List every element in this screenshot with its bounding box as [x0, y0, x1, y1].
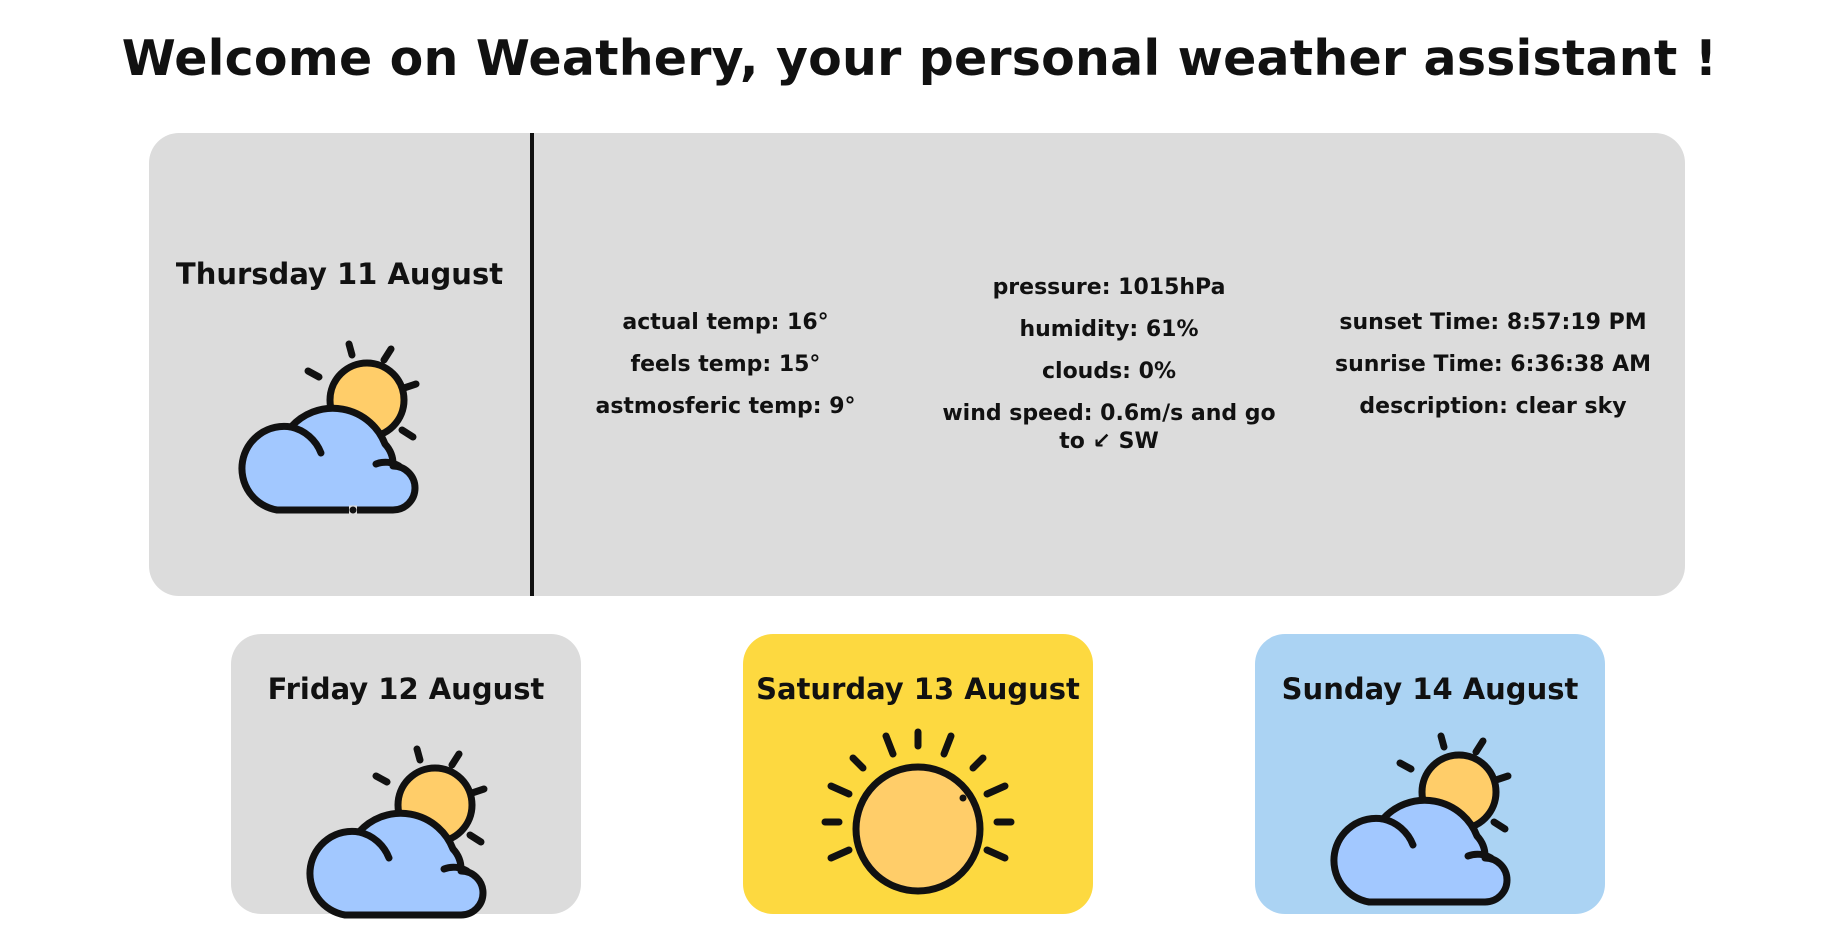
forecast-date: Sunday 14 August	[1281, 672, 1579, 706]
today-details: actual temp: 16° feels temp: 15° astmosf…	[534, 133, 1685, 596]
wind-speed: wind speed: 0.6m/s and go to ↙ SW	[942, 400, 1276, 454]
pressure: pressure: 1015hPa	[992, 274, 1226, 300]
page-title: Welcome on Weathery, your personal weath…	[121, 30, 1718, 87]
temperature-column: actual temp: 16° feels temp: 15° astmosf…	[534, 133, 917, 596]
forecast-date: Saturday 13 August	[756, 672, 1080, 706]
sunrise-time: sunrise Time: 6:36:38 AM	[1334, 351, 1652, 377]
partly-cloudy-icon	[238, 340, 420, 515]
today-date: Thursday 11 August	[175, 257, 504, 291]
clouds: clouds: 0%	[1041, 358, 1176, 384]
forecast-card-sunday[interactable]: Sunday 14 August	[1255, 634, 1605, 914]
partly-cloudy-icon	[1330, 732, 1512, 906]
today-weather-card: Thursday 11 August actual temp: 16° feel…	[149, 133, 1685, 596]
forecast-date: Friday 12 August	[267, 672, 545, 706]
description: description: clear sky	[1359, 393, 1627, 419]
forecast-card-friday[interactable]: Friday 12 August	[231, 634, 581, 919]
atmospheric-temp: astmosferic temp: 9°	[595, 393, 856, 419]
feels-temp: feels temp: 15°	[630, 351, 821, 377]
conditions-column: pressure: 1015hPa humidity: 61% clouds: …	[917, 133, 1301, 596]
sunset-time: sunset Time: 8:57:19 PM	[1339, 309, 1647, 335]
actual-temp: actual temp: 16°	[622, 309, 829, 335]
today-summary: Thursday 11 August	[149, 133, 530, 596]
sun-column: sunset Time: 8:57:19 PM sunrise Time: 6:…	[1301, 133, 1685, 596]
humidity: humidity: 61%	[1019, 316, 1199, 342]
forecast-card-saturday[interactable]: Saturday 13 August	[743, 634, 1093, 914]
sun-icon	[821, 728, 1015, 895]
partly-cloudy-icon	[306, 745, 488, 919]
